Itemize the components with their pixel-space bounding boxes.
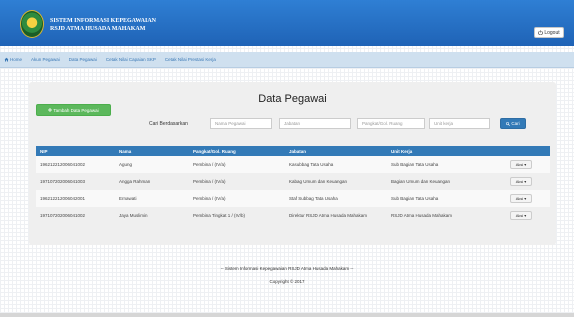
cell-nip: 197107202006041003 — [40, 179, 86, 184]
nav-cetak-skp[interactable]: Cetak Nilai Capaian SKP — [106, 57, 156, 62]
nav-data-pegawai[interactable]: Data Pegawai — [69, 57, 97, 62]
bottom-divider — [0, 313, 574, 317]
search-icon — [506, 121, 511, 126]
footer-system-name: -- Sistem Informasi Kepegawaian RSJD Atm… — [220, 266, 354, 271]
aksi-dropdown-button[interactable]: Aksi ▾ — [510, 211, 532, 220]
aksi-label: Aksi — [515, 196, 524, 201]
app-title: SISTEM INFORMASI KEPEGAWAIAN RSJD ATMA H… — [50, 17, 156, 33]
caret-down-icon: ▾ — [524, 162, 527, 167]
cell-pangkat: Pembina / (IV/a) — [193, 179, 226, 184]
table-row: 197107202006041002 Jaya Muslimin Pembina… — [36, 207, 550, 224]
app-title-line1: SISTEM INFORMASI KEPEGAWAIAN — [50, 18, 157, 24]
cell-pangkat: Pembina Tingkat 1 / (IV/b) — [193, 213, 246, 218]
aksi-dropdown-button[interactable]: Aksi ▾ — [510, 160, 532, 169]
main-nav: Home Akun Pegawai Data Pegawai Cetak Nil… — [0, 52, 574, 68]
home-icon — [4, 57, 9, 62]
logout-button[interactable]: Logout — [534, 27, 564, 38]
caret-down-icon: ▾ — [524, 196, 527, 201]
column-header-nip: NIP — [40, 148, 48, 154]
aksi-label: Aksi — [515, 179, 524, 184]
search-jabatan-input[interactable] — [279, 118, 351, 129]
aksi-dropdown-button[interactable]: Aksi ▾ — [510, 177, 532, 186]
data-pegawai-panel: Data Pegawai Tambah Data Pegawai Cari Be… — [29, 82, 556, 245]
table-header: NIP Nama Pangkat/Gol. Ruang Jabatan Unit… — [36, 146, 550, 156]
cell-nama: Jaya Muslimin — [119, 213, 148, 218]
cell-nip: 196212212006042001 — [40, 196, 86, 201]
cell-nama: Agung — [119, 162, 133, 167]
add-employee-button[interactable]: Tambah Data Pegawai — [36, 104, 111, 116]
add-employee-label: Tambah Data Pegawai — [53, 107, 99, 113]
cell-unit: Sub Bagian Tata Usaha — [391, 196, 439, 201]
table-row: 196212212006041002 Agung Pembina / (IV/a… — [36, 156, 550, 173]
caret-down-icon: ▾ — [524, 179, 527, 184]
nav-data-pegawai-label: Data Pegawai — [68, 57, 97, 62]
cell-jabatan: Staf Subbag Tata Usaha — [289, 196, 338, 201]
footer-copyright: Copyright © 2017 — [269, 279, 305, 284]
cell-nip: 197107202006041002 — [40, 213, 86, 218]
nav-cetak-prestasi-label: Cetak Nilai Prestasi Kerja — [164, 57, 216, 62]
caret-down-icon: ▾ — [524, 213, 527, 218]
cell-pangkat: Pembina / (IV/a) — [193, 196, 226, 201]
column-header-jabatan: Jabatan — [289, 148, 307, 154]
nav-home[interactable]: Home — [4, 57, 22, 62]
table-row: 196212212006042001 Ernawati Pembina / (I… — [36, 190, 550, 207]
aksi-label: Aksi — [515, 213, 524, 218]
nav-home-label: Home — [10, 57, 23, 62]
cell-nama: Angga Rahman — [119, 179, 151, 184]
top-header: SISTEM INFORMASI KEPEGAWAIAN RSJD ATMA H… — [0, 0, 574, 46]
logo — [20, 10, 44, 38]
search-button[interactable]: Cari — [500, 118, 526, 129]
cell-jabatan: Kasubbag Tata Usaha — [289, 162, 334, 167]
nav-akun-pegawai-label: Akun Pegawai — [31, 57, 60, 62]
cell-unit: RSJD Atma Husada Mahakam — [391, 213, 453, 218]
column-header-unit: Unit Kerja — [391, 148, 413, 154]
cell-jabatan: Direktur RSJD Atma Husada Mahakam — [289, 213, 368, 218]
cell-nama: Ernawati — [119, 196, 137, 201]
logout-label: Logout — [544, 29, 560, 36]
search-pangkat-input[interactable] — [357, 118, 425, 129]
plus-icon — [48, 108, 53, 112]
cell-nip: 196212212006041002 — [40, 162, 86, 167]
cell-jabatan: Kabag Umum dan Keuangan — [289, 179, 348, 184]
cell-unit: Sub Bagian Tata Usaha — [391, 162, 439, 167]
nav-cetak-skp-label: Cetak Nilai Capaian SKP — [105, 57, 156, 62]
cell-pangkat: Pembina / (IV/a) — [193, 162, 226, 167]
search-button-label: Cari — [511, 121, 520, 126]
column-header-pangkat: Pangkat/Gol. Ruang — [193, 148, 236, 154]
nav-cetak-prestasi[interactable]: Cetak Nilai Prestasi Kerja — [165, 57, 216, 62]
power-icon — [538, 30, 544, 35]
column-header-nama: Nama — [119, 148, 132, 154]
search-unit-input[interactable] — [429, 118, 490, 129]
search-label: Cari Berdasarkan — [149, 121, 188, 127]
aksi-dropdown-button[interactable]: Aksi ▾ — [510, 194, 532, 203]
cell-unit: Bagian Umum dan Keuangan — [391, 179, 451, 184]
employee-table: NIP Nama Pangkat/Gol. Ruang Jabatan Unit… — [36, 146, 550, 224]
search-nama-input[interactable] — [210, 118, 272, 129]
aksi-label: Aksi — [515, 162, 524, 167]
nav-akun-pegawai[interactable]: Akun Pegawai — [31, 57, 60, 62]
app-title-line2: RSJD ATMA HUSADA MAHAKAM — [50, 26, 146, 32]
table-row: 197107202006041003 Angga Rahman Pembina … — [36, 173, 550, 190]
